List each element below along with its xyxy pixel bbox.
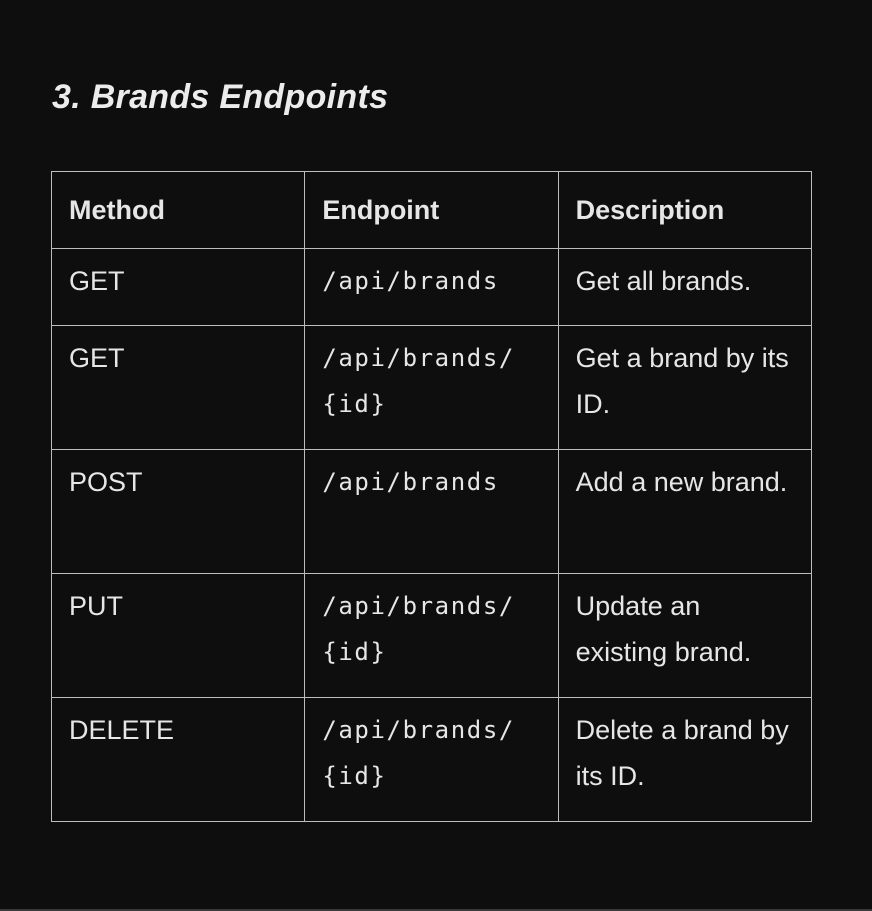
endpoint-cell: /api/brands <box>304 248 559 326</box>
description-cell: Update an existing brand. <box>557 573 813 698</box>
table-row: PUT /api/brands/{id} Update an existing … <box>50 573 813 698</box>
header-endpoint: Endpoint <box>304 171 559 249</box>
description-cell: Delete a brand by its ID. <box>557 697 813 822</box>
header-method: Method <box>50 171 306 249</box>
header-description: Description <box>557 171 813 249</box>
table-row: GET /api/brands Get all brands. <box>50 248 813 326</box>
method-cell: GET <box>50 248 306 326</box>
method-cell: GET <box>50 325 306 450</box>
endpoint-cell: /api/brands/{id} <box>304 325 559 450</box>
section-heading: 3. Brands Endpoints <box>52 78 389 116</box>
method-cell: DELETE <box>50 697 306 822</box>
endpoint-cell: /api/brands <box>304 449 559 574</box>
description-cell: Add a new brand. <box>557 449 813 574</box>
table-row: DELETE /api/brands/{id} Delete a brand b… <box>50 697 813 822</box>
table-row: GET /api/brands/{id} Get a brand by its … <box>50 325 813 450</box>
endpoints-table: Method Endpoint Description GET /api/bra… <box>50 171 813 822</box>
table-header-row: Method Endpoint Description <box>50 171 813 249</box>
endpoint-cell: /api/brands/{id} <box>304 697 559 822</box>
table-row: POST /api/brands Add a new brand. <box>50 449 813 574</box>
description-cell: Get all brands. <box>557 248 813 326</box>
method-cell: POST <box>50 449 306 574</box>
method-cell: PUT <box>50 573 306 698</box>
description-cell: Get a brand by its ID. <box>557 325 813 450</box>
endpoint-cell: /api/brands/{id} <box>304 573 559 698</box>
